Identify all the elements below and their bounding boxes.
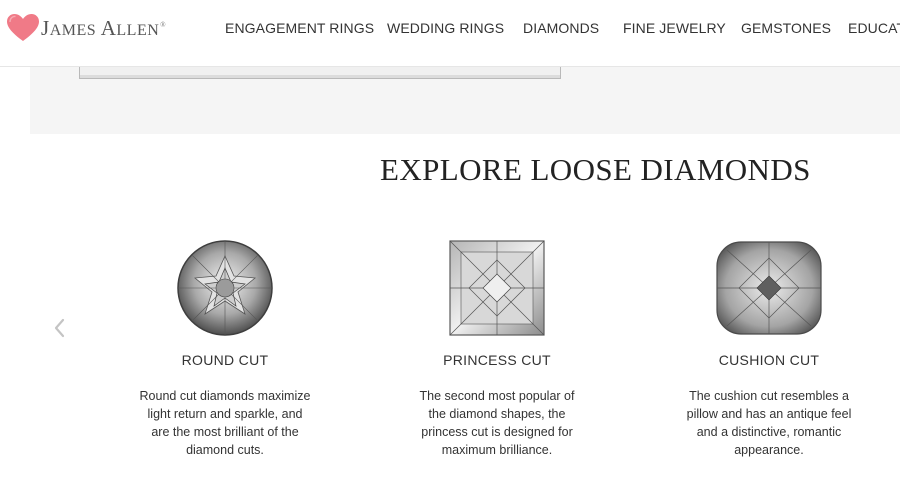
card-description: The cushion cut resembles a pillow and h… xyxy=(686,389,852,457)
brand-logo[interactable]: JAMES ALLEN® xyxy=(6,12,166,44)
card-description: Round cut diamonds maximize light return… xyxy=(139,389,311,457)
nav-engagement-rings[interactable]: ENGAGEMENT RINGS xyxy=(225,20,374,36)
card-title: PRINCESS CUT xyxy=(443,352,551,368)
heart-logo-icon xyxy=(7,14,39,41)
brand-name: JAMES ALLEN® xyxy=(41,15,167,40)
diamond-card-princess[interactable]: PRINCESS CUT The second most popular of … xyxy=(402,238,592,457)
round-diamond-icon xyxy=(177,240,273,336)
cushion-diamond-icon xyxy=(716,241,822,335)
card-title: CUSHION CUT xyxy=(718,352,820,368)
nav-wedding-rings[interactable]: WEDDING RINGS xyxy=(387,20,504,36)
nav-gemstones[interactable]: GEMSTONES xyxy=(741,20,831,36)
nav-diamonds[interactable]: DIAMONDS xyxy=(523,20,599,36)
nav-education[interactable]: EDUCATION xyxy=(848,20,900,36)
site-header: JAMES ALLEN® ENGAGEMENT RINGS WEDDING RI… xyxy=(0,0,900,67)
card-title: ROUND CUT xyxy=(181,352,269,368)
diamond-card-cushion[interactable]: CUSHION CUT The cushion cut resembles a … xyxy=(674,238,864,457)
banner-panel-edge xyxy=(79,67,561,79)
nav-fine-jewelry[interactable]: FINE JEWELRY xyxy=(623,20,726,36)
card-description: The second most popular of the diamond s… xyxy=(419,389,575,457)
diamond-card-round[interactable]: ROUND CUT Round cut diamonds maximize li… xyxy=(130,238,320,457)
chevron-left-icon[interactable] xyxy=(50,314,70,342)
section-title: EXPLORE LOOSE DIAMONDS xyxy=(380,152,811,187)
princess-diamond-icon xyxy=(449,240,545,336)
